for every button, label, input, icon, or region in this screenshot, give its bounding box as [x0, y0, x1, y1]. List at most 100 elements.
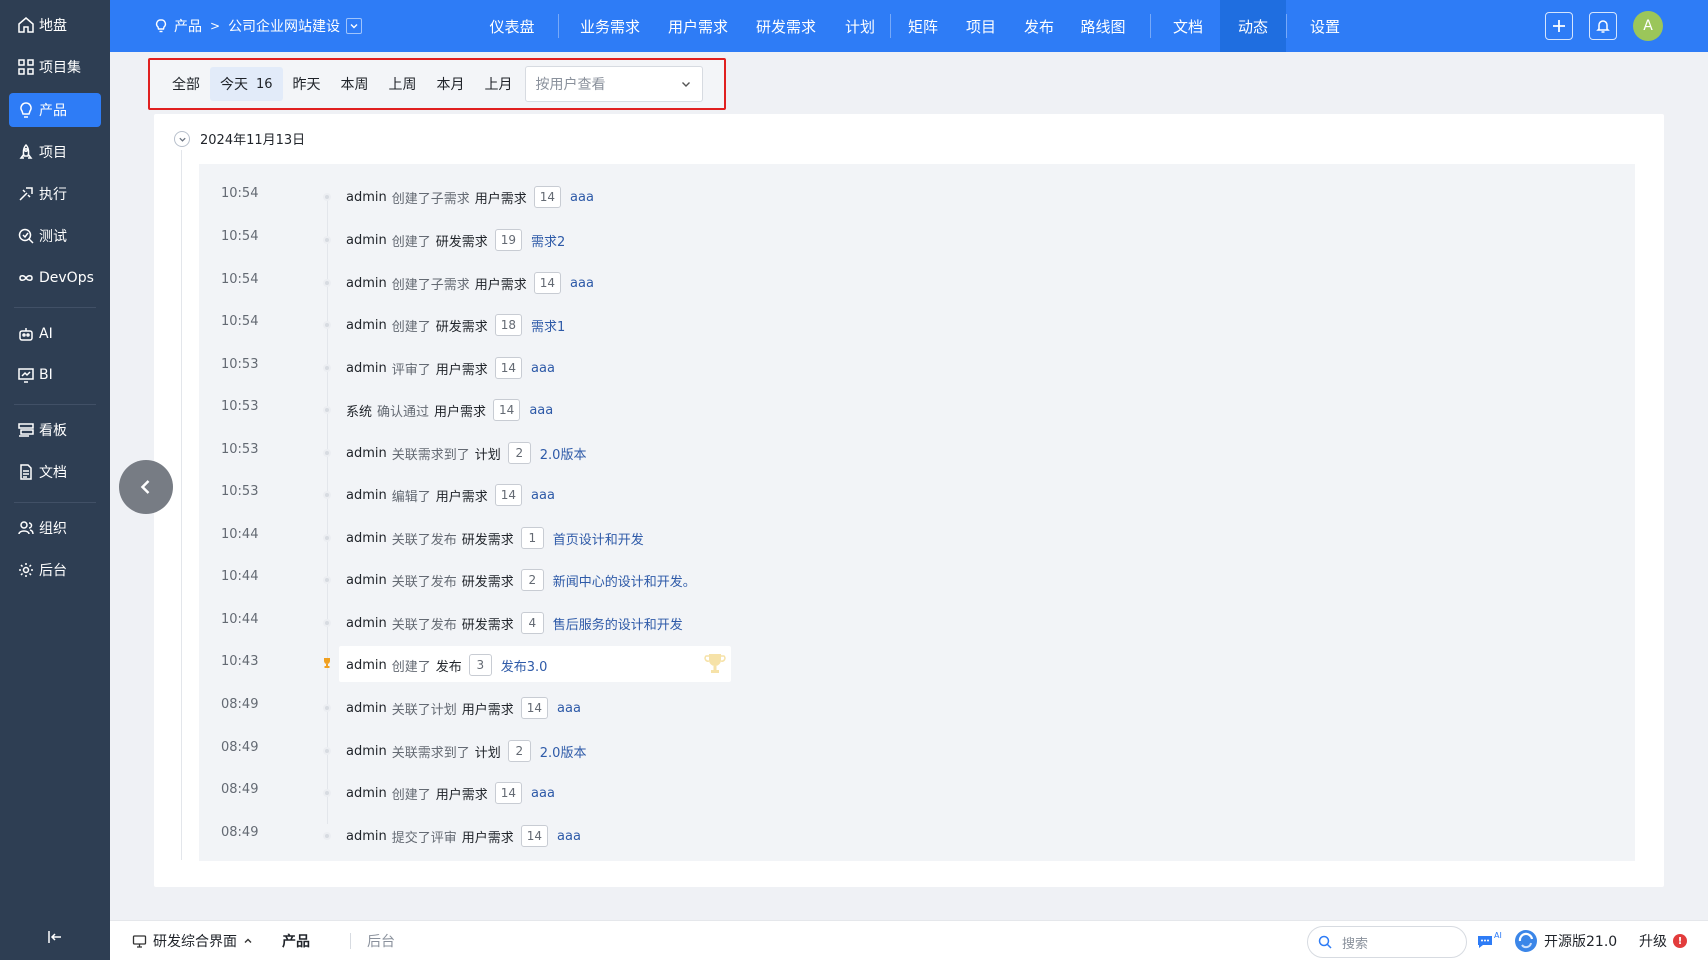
activity-object-link[interactable]: aaa [557, 829, 581, 844]
sidebar-item-test[interactable]: 测试 [9, 219, 101, 253]
sidebar-item-bi[interactable]: BI [9, 358, 101, 392]
activity-action: 编辑了 [391, 489, 431, 505]
filter-today[interactable]: 今天 16 [210, 67, 283, 101]
tab-roadmap[interactable]: 路线图 [1068, 0, 1138, 52]
sidebar-item-org[interactable]: 组织 [9, 511, 101, 545]
tab-dashboard[interactable]: 仪表盘 [470, 0, 554, 52]
activity-text: admin 关联需求到了 计划 2 2.0版本 [346, 441, 586, 465]
breadcrumb: 产品 > 公司企业网站建设 [154, 15, 363, 37]
tab-dev-requirement[interactable]: 研发需求 [742, 0, 830, 52]
activity-row: 10:44 admin 关联了发布 研发需求 4 售后服务的设计和开发 [199, 602, 1635, 642]
activity-actor: admin [346, 317, 387, 333]
tab-doc[interactable]: 文档 [1156, 0, 1220, 52]
timeline-dot [323, 364, 331, 372]
activity-row: 10:54 admin 创建了子需求 用户需求 14 aaa [199, 176, 1635, 216]
activity-time: 08:49 [221, 782, 259, 797]
tab-user-requirement[interactable]: 用户需求 [654, 0, 742, 52]
ai-chat-button[interactable]: AI [1476, 921, 1502, 960]
breadcrumb-separator: > [210, 19, 221, 33]
product-switch-button[interactable] [346, 18, 363, 34]
timeline-dot [323, 832, 331, 840]
user-avatar[interactable]: A [1633, 11, 1663, 41]
notification-button[interactable] [1589, 12, 1617, 40]
tab-release[interactable]: 发布 [1010, 0, 1068, 52]
activity-time: 10:43 [221, 654, 259, 669]
filter-last-month[interactable]: 上月 [475, 67, 523, 101]
activity-object-type: 用户需求 [461, 702, 514, 718]
activity-text: admin 关联了发布 研发需求 1 首页设计和开发 [346, 526, 644, 550]
tab-settings[interactable]: 设置 [1292, 0, 1358, 52]
sidebar-item-project[interactable]: 项目 [9, 135, 101, 169]
filter-this-month[interactable]: 本月 [427, 67, 475, 101]
activity-actor: admin [346, 743, 387, 759]
date-group-toggle[interactable] [174, 131, 190, 147]
activity-object-link[interactable]: 发布3.0 [501, 656, 548, 675]
home-icon [18, 17, 34, 33]
activity-object-type: 研发需求 [461, 574, 514, 590]
filter-this-week[interactable]: 本周 [331, 67, 379, 101]
filter-last-week[interactable]: 上周 [379, 67, 427, 101]
sidebar-item-ai[interactable]: AI [9, 317, 101, 351]
user-filter-select[interactable]: 按用户查看 [524, 66, 703, 102]
execute-icon [19, 187, 33, 201]
activity-object-link[interactable]: 2.0版本 [540, 444, 587, 463]
breadcrumb-product-root[interactable]: 产品 [174, 16, 202, 36]
tab-project[interactable]: 项目 [952, 0, 1010, 52]
activity-object-link[interactable]: aaa [570, 276, 594, 291]
activity-actor: 系统 [346, 404, 373, 420]
upgrade-label: 升级 [1639, 934, 1667, 950]
breadcrumb-product-name[interactable]: 公司企业网站建设 [228, 16, 340, 36]
tab-plan[interactable]: 计划 [832, 0, 888, 52]
activity-object-link[interactable]: aaa [531, 786, 555, 801]
filter-all[interactable]: 全部 [162, 67, 210, 101]
upgrade-button[interactable]: 升级 ! [1639, 921, 1687, 960]
sidebar-item-program[interactable]: 项目集 [9, 50, 101, 84]
workspace-switcher[interactable]: 研发综合界面 [132, 921, 253, 960]
activity-object-type: 研发需求 [461, 532, 514, 548]
sidebar-item-dashboard[interactable]: 地盘 [9, 8, 101, 42]
create-button[interactable] [1545, 12, 1573, 40]
activity-object-link[interactable]: 需求2 [531, 231, 565, 250]
plus-icon [1553, 20, 1565, 32]
activity-object-link[interactable]: aaa [531, 361, 555, 376]
activity-object-id: 14 [520, 697, 549, 719]
bottom-tab-admin[interactable]: 后台 [367, 921, 395, 960]
tab-matrix[interactable]: 矩阵 [894, 0, 952, 52]
activity-object-link[interactable]: 售后服务的设计和开发 [553, 614, 683, 633]
activity-row: 10:44 admin 关联了发布 研发需求 1 首页设计和开发 [199, 517, 1635, 557]
sidebar-item-product[interactable]: 产品 [9, 93, 101, 127]
activity-actor: admin [346, 615, 387, 631]
activity-object-link[interactable]: 新闻中心的设计和开发。 [553, 571, 696, 590]
collapse-sidebar-icon[interactable] [46, 928, 64, 946]
sidebar-item-devops[interactable]: DevOps [9, 261, 101, 295]
activity-object-link[interactable]: aaa [570, 190, 594, 205]
timeline-dot [323, 747, 331, 755]
activity-object-link[interactable]: 首页设计和开发 [553, 529, 644, 548]
activity-action: 创建了子需求 [391, 191, 470, 207]
global-search-input[interactable]: 搜索 [1307, 926, 1467, 958]
activity-object-link[interactable]: 需求1 [531, 316, 565, 335]
version-info[interactable]: 开源版21.0 [1514, 921, 1617, 960]
sidebar-item-execution[interactable]: 执行 [9, 177, 101, 211]
sidebar-item-admin[interactable]: 后台 [9, 553, 101, 587]
activity-action: 确认通过 [377, 404, 430, 420]
sidebar-item-doc[interactable]: 文档 [9, 455, 101, 489]
activity-time: 10:44 [221, 527, 259, 542]
activity-row: 10:53 系统 确认通过 用户需求 14 aaa [199, 389, 1635, 429]
tab-dynamic[interactable]: 动态 [1220, 0, 1286, 52]
activity-object-id: 3 [468, 654, 492, 676]
activity-object-link[interactable]: aaa [531, 488, 555, 503]
activity-time: 10:54 [221, 186, 259, 201]
activity-object-link[interactable]: aaa [557, 701, 581, 716]
activity-object-link[interactable]: 2.0版本 [540, 742, 587, 761]
workspace-label: 研发综合界面 [153, 934, 237, 950]
activity-row: 08:49 admin 关联了计划 用户需求 14 aaa [199, 687, 1635, 727]
activity-object-link[interactable]: aaa [529, 403, 553, 418]
activity-object-id: 14 [533, 272, 562, 294]
bottom-tab-product[interactable]: 产品 [282, 921, 310, 960]
activity-object-type: 研发需求 [461, 617, 514, 633]
filter-yesterday[interactable]: 昨天 [283, 67, 331, 101]
back-button[interactable] [119, 460, 173, 514]
sidebar-item-kanban[interactable]: 看板 [9, 413, 101, 447]
tab-business-requirement[interactable]: 业务需求 [562, 0, 658, 52]
